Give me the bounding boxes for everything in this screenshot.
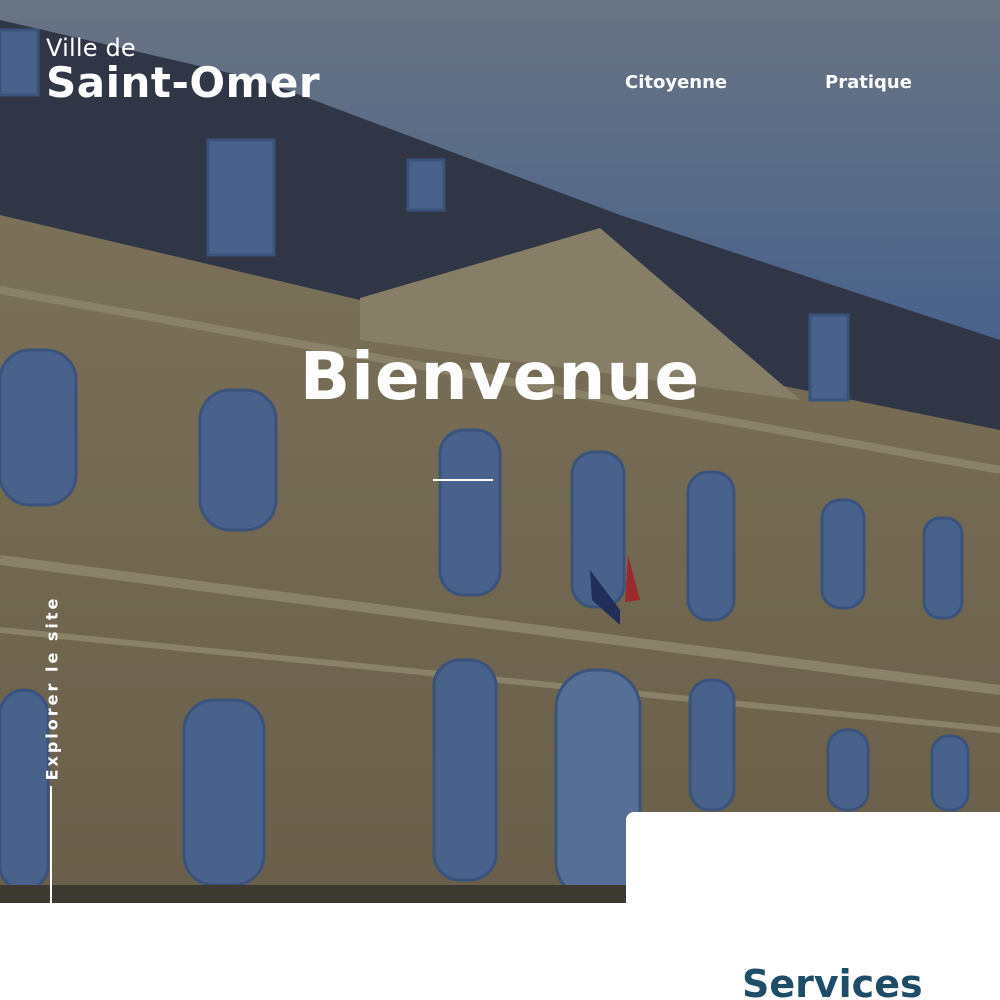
- explore-line: [50, 786, 52, 903]
- services-card: Services: [626, 812, 1000, 1000]
- hero-divider: [433, 479, 493, 481]
- explore-site-link[interactable]: Explorer le site: [43, 596, 62, 781]
- hero-banner: [0, 0, 1000, 903]
- brand-name: Saint-Omer: [46, 58, 321, 107]
- main-nav: Citoyenne Pratique: [600, 72, 940, 98]
- nav-item-citoyenne[interactable]: Citoyenne: [625, 72, 727, 93]
- nav-item-pratique[interactable]: Pratique: [825, 72, 912, 93]
- hero-title: Bienvenue: [299, 338, 701, 415]
- hero-overlay: [0, 0, 1000, 903]
- site-logo[interactable]: Ville de Saint-Omer: [46, 34, 320, 106]
- services-title: Services: [742, 962, 923, 1000]
